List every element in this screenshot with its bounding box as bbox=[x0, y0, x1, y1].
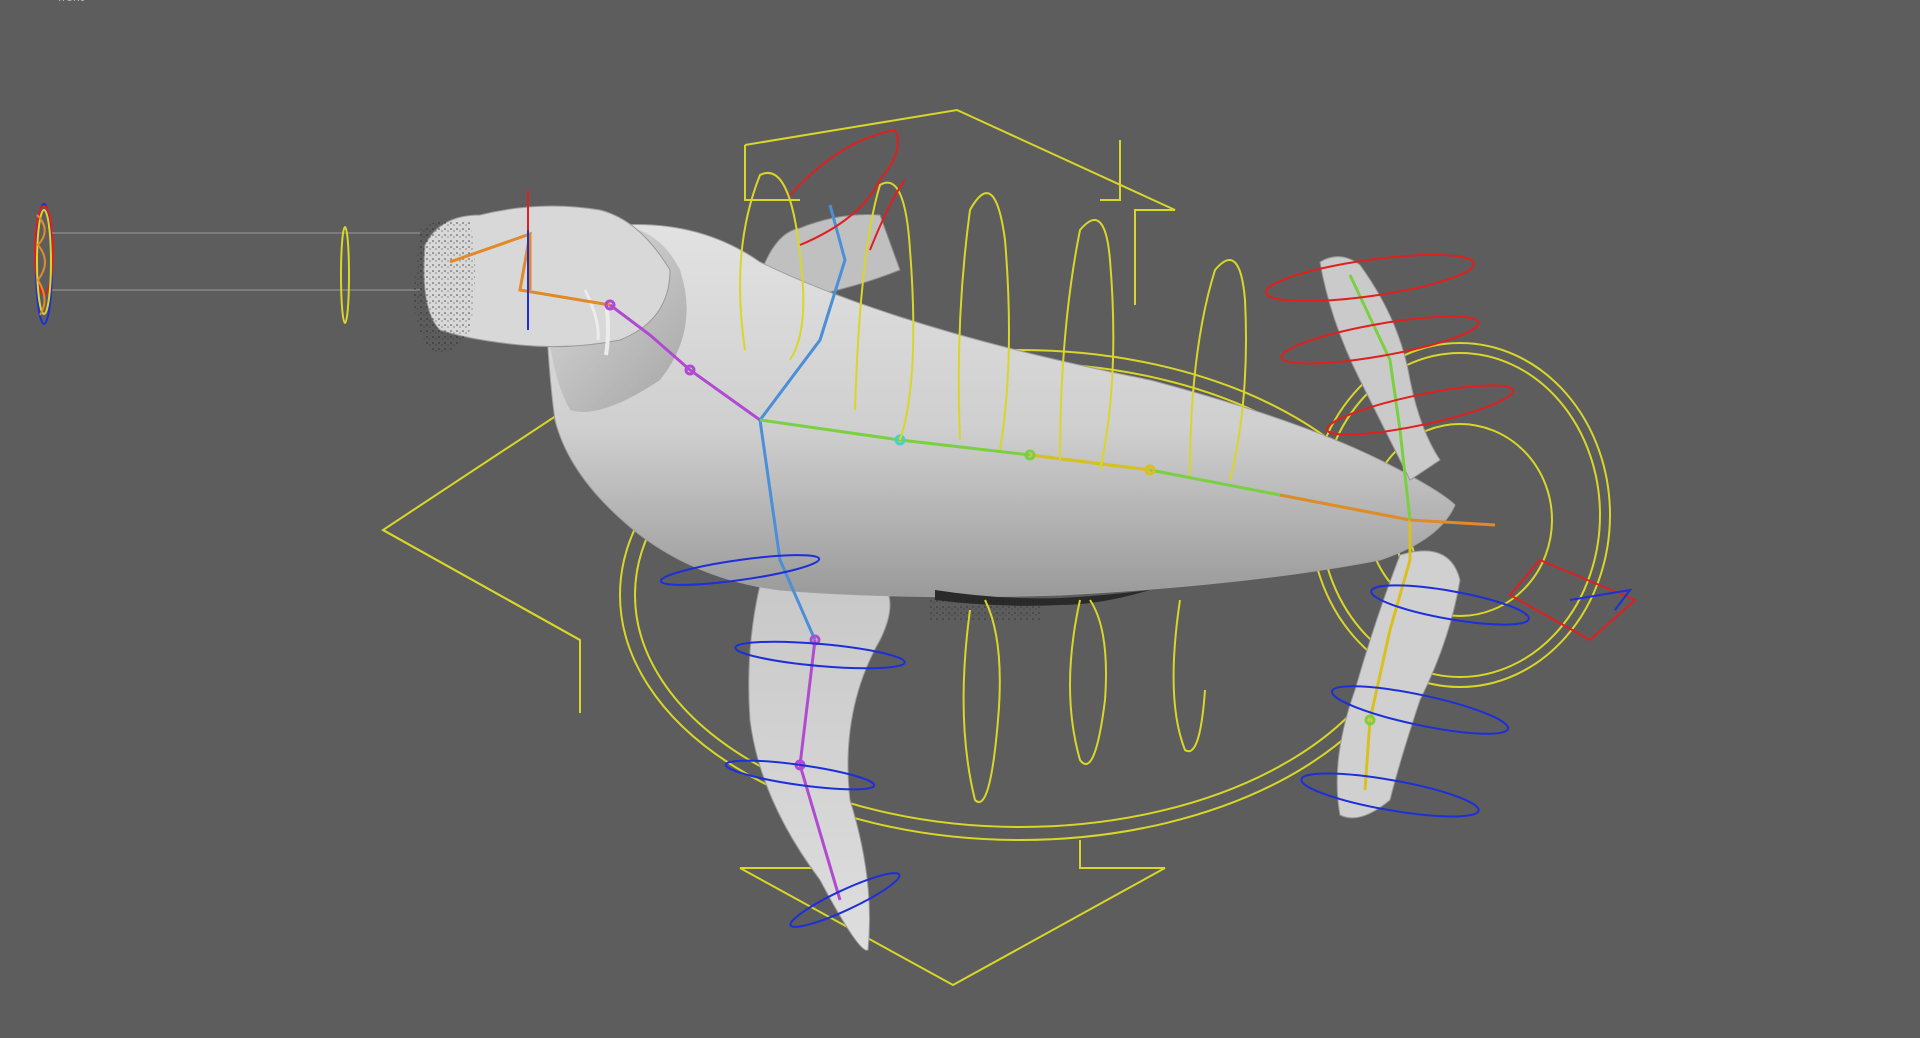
eye-target-locator-icon[interactable] bbox=[34, 203, 420, 325]
viewport-scene[interactable] bbox=[0, 0, 1920, 1038]
3d-viewport[interactable]: front bbox=[0, 0, 1920, 1038]
seal-mesh[interactable] bbox=[414, 205, 1461, 951]
